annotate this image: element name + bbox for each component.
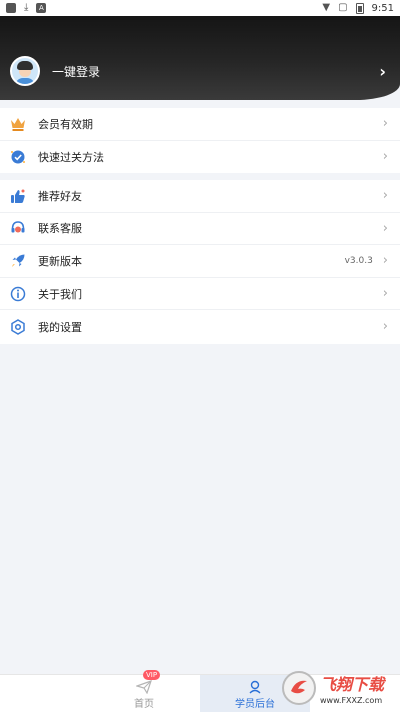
- notification-square-icon: [6, 3, 16, 13]
- rocket-icon: [10, 253, 26, 269]
- menu-item-label: 关于我们: [38, 287, 82, 301]
- chevron-right-icon: ›: [382, 116, 388, 132]
- profile-header: 一键登录 ›: [0, 16, 400, 100]
- student-icon: [247, 679, 263, 694]
- customer-service-icon: [10, 220, 26, 236]
- watermark: 飞翔下载 www.FXXZ.com: [282, 666, 398, 710]
- menu-item-customer-service[interactable]: 联系客服 ›: [0, 213, 400, 246]
- menu-item-quick-pass[interactable]: 快速过关方法 ›: [0, 141, 400, 174]
- tab-home[interactable]: VIP 首页: [88, 669, 200, 712]
- chevron-right-icon: ›: [382, 149, 388, 165]
- wifi-icon: ▼: [322, 2, 331, 13]
- chevron-right-icon: ›: [379, 61, 386, 81]
- status-time: 9:51: [371, 2, 394, 14]
- menu-item-label: 联系客服: [38, 222, 82, 236]
- menu-item-label: 快速过关方法: [38, 150, 104, 164]
- status-bar: ⤓ A ▼ ▢ 9:51: [0, 0, 400, 16]
- menu-item-membership[interactable]: 会员有效期 ›: [0, 108, 400, 141]
- chevron-right-icon: ›: [382, 188, 388, 204]
- download-icon: ⤓: [24, 2, 29, 13]
- settings-icon: [10, 318, 26, 335]
- a-icon: A: [36, 3, 47, 13]
- chevron-right-icon: ›: [382, 253, 388, 269]
- watermark-text: 飞翔下载: [320, 675, 385, 694]
- version-number: v3.0.3: [344, 255, 373, 266]
- vip-badge: VIP: [143, 669, 161, 680]
- no-sim-icon: ▢: [338, 2, 348, 13]
- menu-item-label: 我的设置: [38, 320, 82, 334]
- paper-plane-icon: VIP: [135, 669, 161, 694]
- menu-item-label: 推荐好友: [38, 189, 82, 203]
- checklist-icon: [10, 149, 26, 165]
- menu-item-about-us[interactable]: 关于我们 ›: [0, 278, 400, 311]
- chevron-right-icon: ›: [382, 286, 388, 302]
- menu-item-label: 会员有效期: [38, 117, 93, 131]
- tab-home-label: 首页: [134, 698, 154, 710]
- battery-icon: [355, 2, 364, 14]
- menu-item-label: 更新版本: [38, 254, 82, 268]
- watermark-logo-icon: [282, 671, 316, 705]
- thumbs-up-icon: [10, 188, 26, 204]
- tab-student-label: 学员后台: [235, 698, 275, 710]
- chevron-right-icon: ›: [382, 319, 388, 335]
- menu-item-my-settings[interactable]: 我的设置 ›: [0, 310, 400, 343]
- info-icon: [10, 286, 26, 302]
- crown-icon: [10, 116, 26, 132]
- menu-group-general: 推荐好友 › 联系客服 › 更新版本 v3.0.3 › 关于我们 › 我的设置 …: [0, 180, 400, 344]
- avatar: [10, 56, 40, 86]
- watermark-url: www.FXXZ.com: [320, 696, 383, 705]
- menu-group-membership: 会员有效期 › 快速过关方法 ›: [0, 108, 400, 173]
- menu-item-recommend-friends[interactable]: 推荐好友 ›: [0, 180, 400, 213]
- chevron-right-icon: ›: [382, 220, 388, 236]
- login-label: 一键登录: [52, 64, 101, 79]
- menu-item-update-version[interactable]: 更新版本 v3.0.3 ›: [0, 245, 400, 278]
- login-row[interactable]: 一键登录 ›: [10, 56, 386, 86]
